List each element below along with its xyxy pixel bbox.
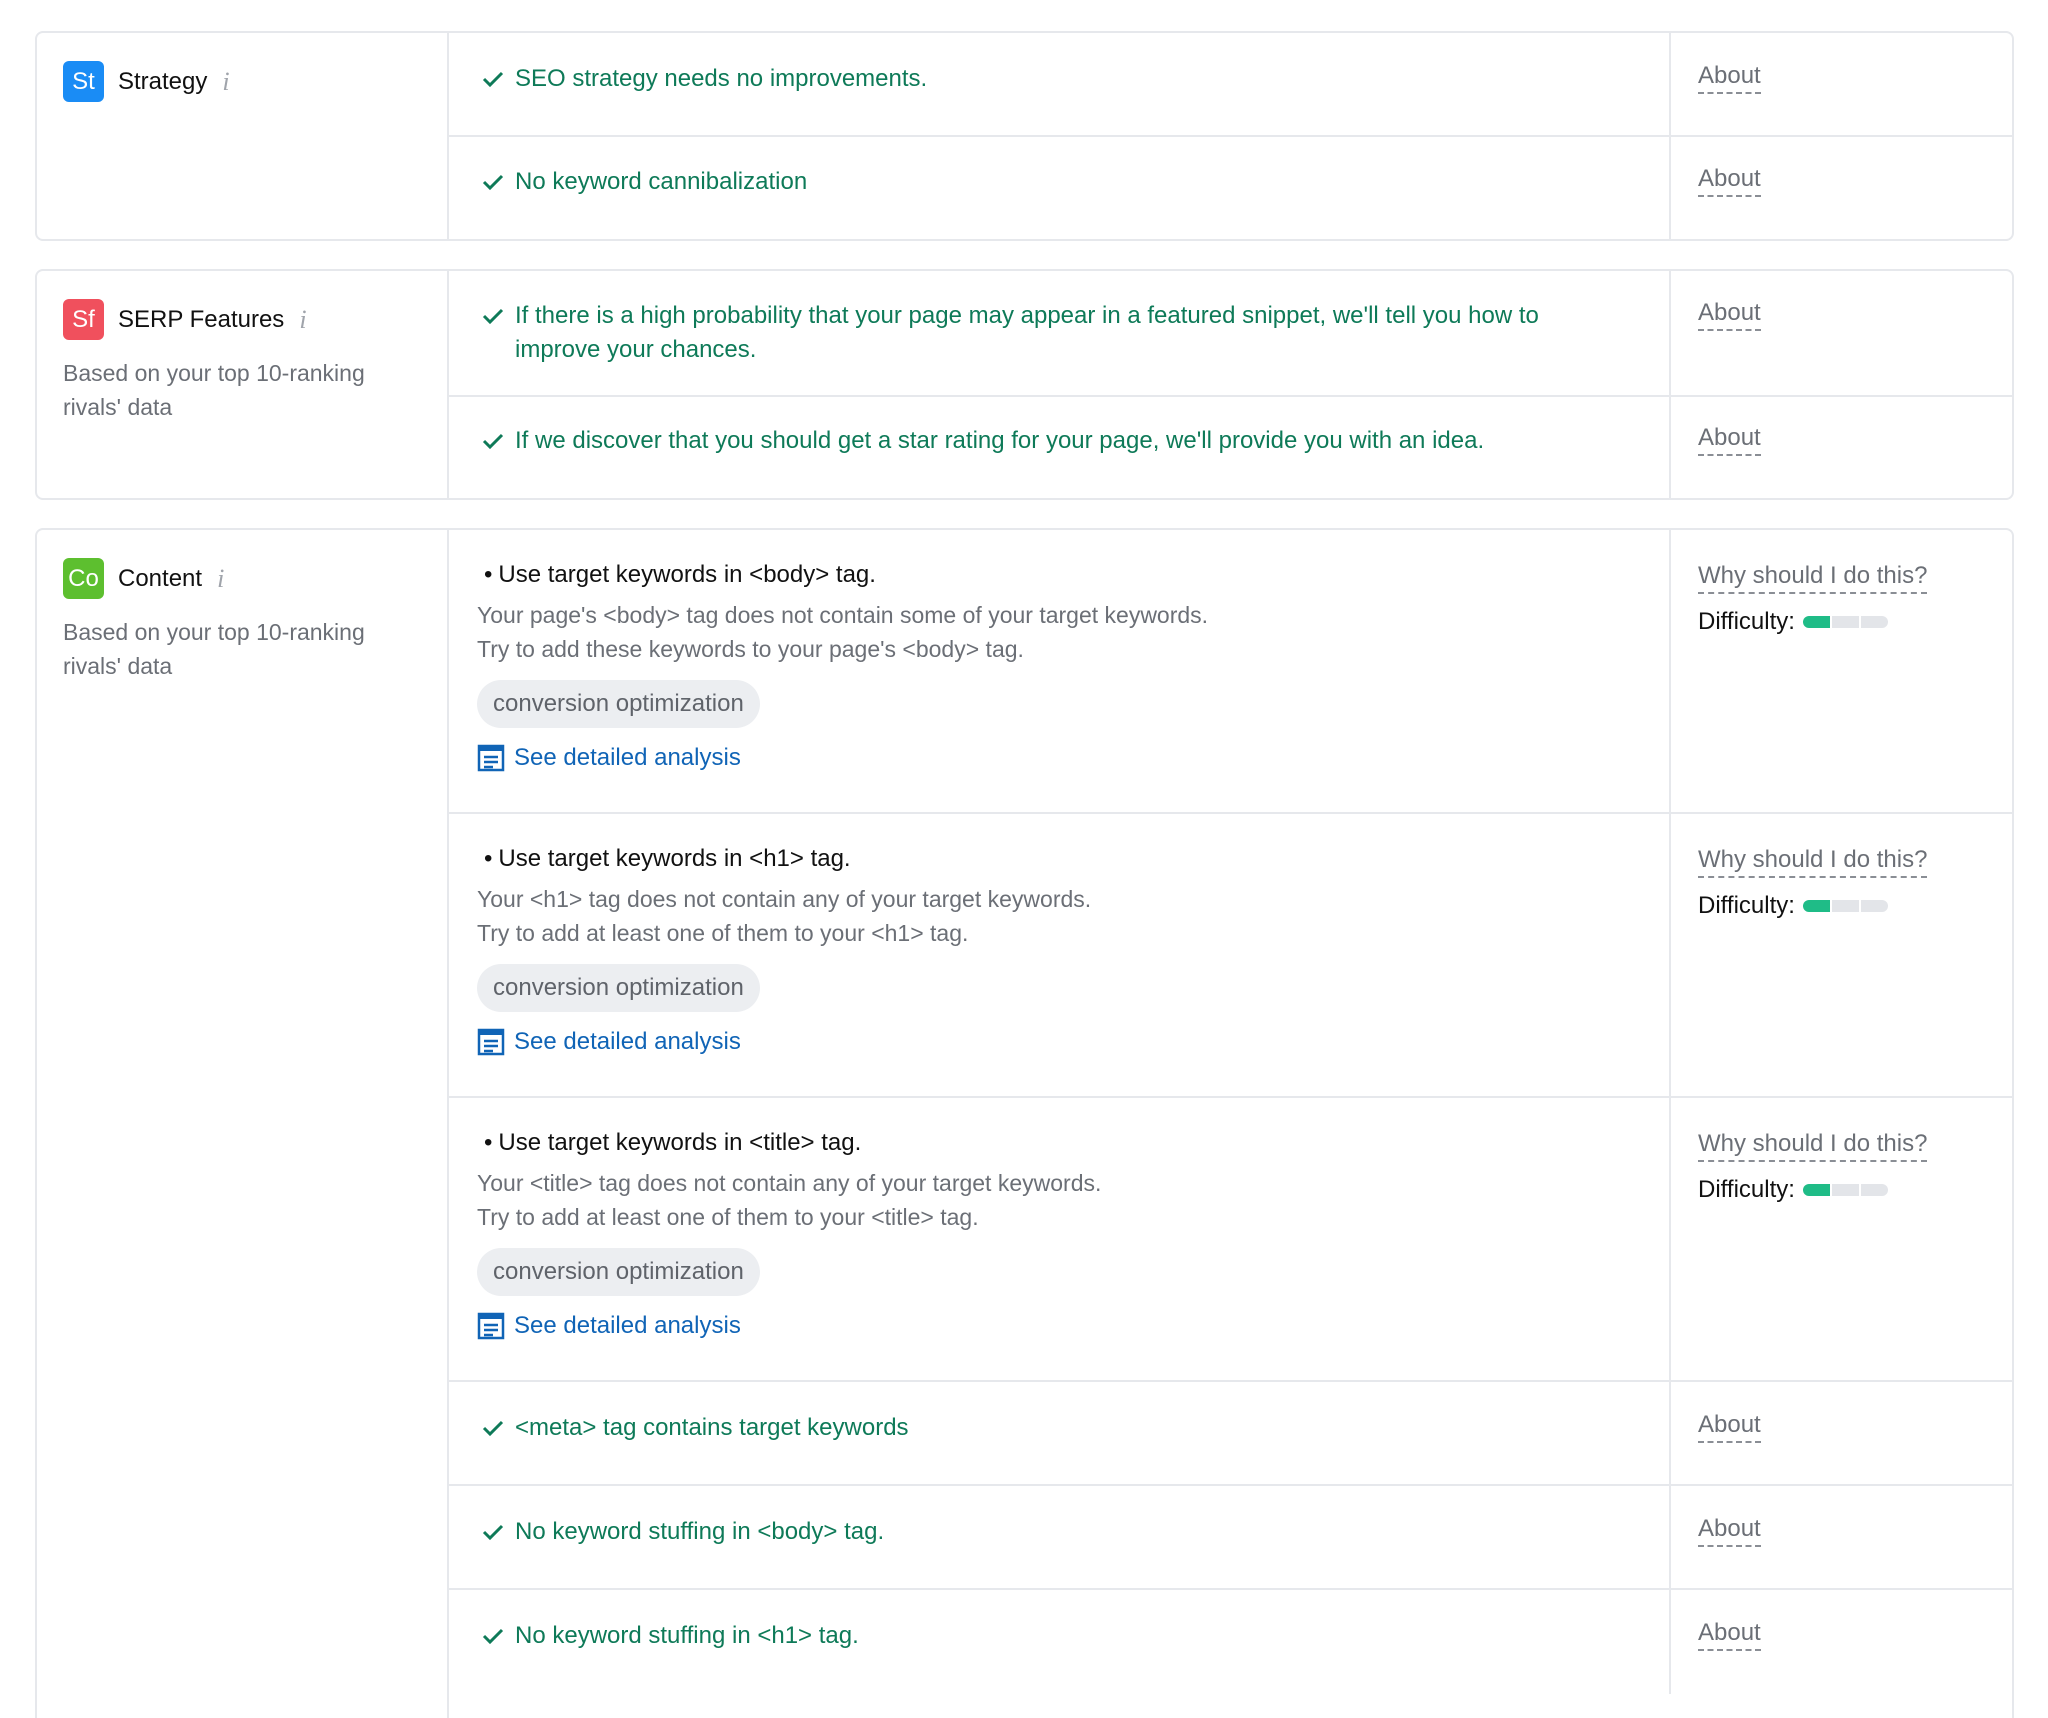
check-icon [482, 308, 504, 325]
about-link[interactable]: About [1698, 1411, 1761, 1443]
difficulty-indicator: Difficulty: [1698, 608, 2012, 636]
keyword-tag: conversion optimization [477, 964, 760, 1012]
check-icon [482, 71, 504, 88]
difficulty-segment [1831, 900, 1859, 912]
difficulty-segment [1802, 1184, 1830, 1196]
about-link[interactable]: About [1698, 299, 1761, 331]
info-icon[interactable]: i [222, 68, 229, 95]
serp-subtitle: Based on your top 10-ranking rivals' dat… [63, 360, 365, 420]
difficulty-bar [1802, 616, 1890, 628]
task-title: • Use target keywords in <title> tag. [484, 1129, 862, 1156]
keyword-tag: conversion optimization [477, 680, 760, 728]
task-row: • Use target keywords in <body> tag. Your… [449, 530, 2012, 814]
task-description: Your page's <body> tag does not contain … [477, 602, 1209, 662]
strategy-category: St Strategy i [37, 33, 449, 239]
difficulty-segment [1831, 1184, 1859, 1196]
check-row: If we discover that you should get a sta… [449, 397, 2012, 498]
task-title: • Use target keywords in <h1> tag. [484, 845, 851, 872]
difficulty-indicator: Difficulty: [1698, 1176, 2012, 1204]
check-text: No keyword cannibalization [515, 168, 808, 195]
check-text: SEO strategy needs no improvements. [515, 65, 928, 92]
serp-features-card: Sf SERP Features i Based on your top 10-… [35, 269, 2014, 500]
check-text: If there is a high probability that your… [515, 302, 1539, 363]
about-link[interactable]: About [1698, 1619, 1761, 1651]
check-row: No keyword stuffing in <h1> tag. About [449, 1590, 2012, 1694]
task-row: • Use target keywords in <h1> tag. Your <… [449, 814, 2012, 1098]
about-link[interactable]: About [1698, 1515, 1761, 1547]
strategy-badge: St [63, 61, 104, 102]
difficulty-segment [1860, 616, 1888, 628]
about-link[interactable]: About [1698, 165, 1761, 197]
check-row: No keyword cannibalization About [449, 137, 2012, 239]
strategy-title: Strategy [118, 67, 208, 95]
check-icon [482, 1524, 504, 1541]
check-text: No keyword stuffing in <body> tag. [515, 1518, 885, 1545]
check-text: If we discover that you should get a sta… [515, 427, 1485, 454]
why-should-i-do-this-link[interactable]: Why should I do this? [1698, 1130, 1928, 1162]
document-icon [477, 1028, 505, 1056]
see-detailed-analysis-link[interactable]: See detailed analysis [477, 1028, 1669, 1056]
check-text: No keyword stuffing in <h1> tag. [515, 1622, 859, 1649]
why-should-i-do-this-link[interactable]: Why should I do this? [1698, 846, 1928, 878]
serp-category: Sf SERP Features i Based on your top 10-… [37, 271, 449, 498]
task-title: • Use target keywords in <body> tag. [484, 561, 876, 588]
content-card: Co Content i Based on your top 10-rankin… [35, 528, 2014, 1718]
check-icon [482, 1628, 504, 1645]
check-row: If there is a high probability that your… [449, 271, 2012, 397]
difficulty-segment [1860, 1184, 1888, 1196]
check-icon [482, 1420, 504, 1437]
difficulty-segment [1802, 900, 1830, 912]
task-description: Your <title> tag does not contain any of… [477, 1170, 1102, 1230]
info-icon[interactable]: i [217, 565, 224, 592]
task-description: Your <h1> tag does not contain any of yo… [477, 886, 1092, 946]
why-should-i-do-this-link[interactable]: Why should I do this? [1698, 562, 1928, 594]
check-text: <meta> tag contains target keywords [515, 1414, 909, 1441]
difficulty-segment [1831, 616, 1859, 628]
keyword-tag: conversion optimization [477, 1248, 760, 1296]
see-detailed-analysis-link[interactable]: See detailed analysis [477, 1312, 1669, 1340]
task-row: • Use target keywords in <title> tag. You… [449, 1098, 2012, 1382]
about-link[interactable]: About [1698, 424, 1761, 456]
about-link[interactable]: About [1698, 62, 1761, 94]
content-category: Co Content i Based on your top 10-rankin… [37, 530, 449, 1718]
difficulty-indicator: Difficulty: [1698, 892, 2012, 920]
serp-badge: Sf [63, 299, 104, 340]
see-detailed-analysis-link[interactable]: See detailed analysis [477, 744, 1669, 772]
document-icon [477, 1312, 505, 1340]
document-icon [477, 744, 505, 772]
content-subtitle: Based on your top 10-ranking rivals' dat… [63, 619, 365, 679]
check-row: <meta> tag contains target keywords Abou… [449, 1382, 2012, 1486]
info-icon[interactable]: i [299, 306, 306, 333]
content-title: Content [118, 564, 203, 592]
check-icon [482, 433, 504, 450]
check-icon [482, 174, 504, 191]
strategy-card: St Strategy i SEO strategy needs no impr… [35, 31, 2014, 241]
check-row: SEO strategy needs no improvements. Abou… [449, 33, 2012, 137]
difficulty-segment [1802, 616, 1830, 628]
difficulty-bar [1802, 900, 1890, 912]
difficulty-bar [1802, 1184, 1890, 1196]
content-badge: Co [63, 558, 104, 599]
difficulty-segment [1860, 900, 1888, 912]
check-row: No keyword stuffing in <body> tag. About [449, 1486, 2012, 1590]
serp-title: SERP Features [118, 305, 285, 333]
